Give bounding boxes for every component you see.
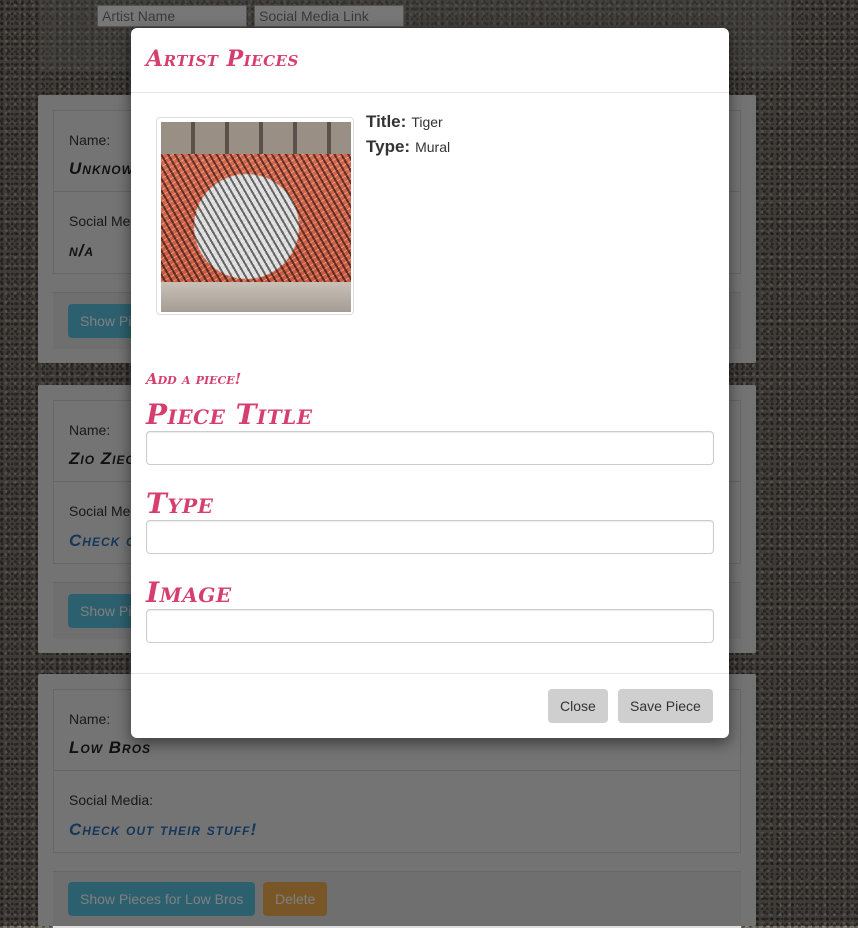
modal-footer: Close Save Piece [131, 673, 729, 739]
piece-type-line: Type: Mural [366, 137, 450, 157]
save-piece-button[interactable]: Save Piece [618, 689, 713, 723]
piece-title-field-label: Piece Title [146, 398, 313, 431]
piece-title-line: Title: Tiger [366, 112, 443, 132]
piece-thumbnail [156, 117, 354, 315]
piece-type-label: Type: [366, 137, 411, 156]
piece-image [161, 122, 351, 312]
image-field-label: Image [146, 576, 232, 609]
type-input[interactable] [146, 520, 714, 554]
modal-header: Artist Pieces [131, 28, 729, 93]
type-field-label: Type [146, 487, 214, 520]
piece-title-label: Title: [366, 112, 407, 131]
image-input[interactable] [146, 609, 714, 643]
piece-title-input[interactable] [146, 431, 714, 465]
modal-title: Artist Pieces [146, 46, 299, 72]
piece-type-value: Mural [415, 139, 451, 155]
add-piece-heading: Add a piece! [146, 370, 242, 388]
artist-pieces-modal: Artist Pieces Title: Tiger Type: Mural Add… [131, 28, 729, 738]
piece-title-value: Tiger [411, 114, 443, 130]
close-button[interactable]: Close [548, 689, 608, 723]
